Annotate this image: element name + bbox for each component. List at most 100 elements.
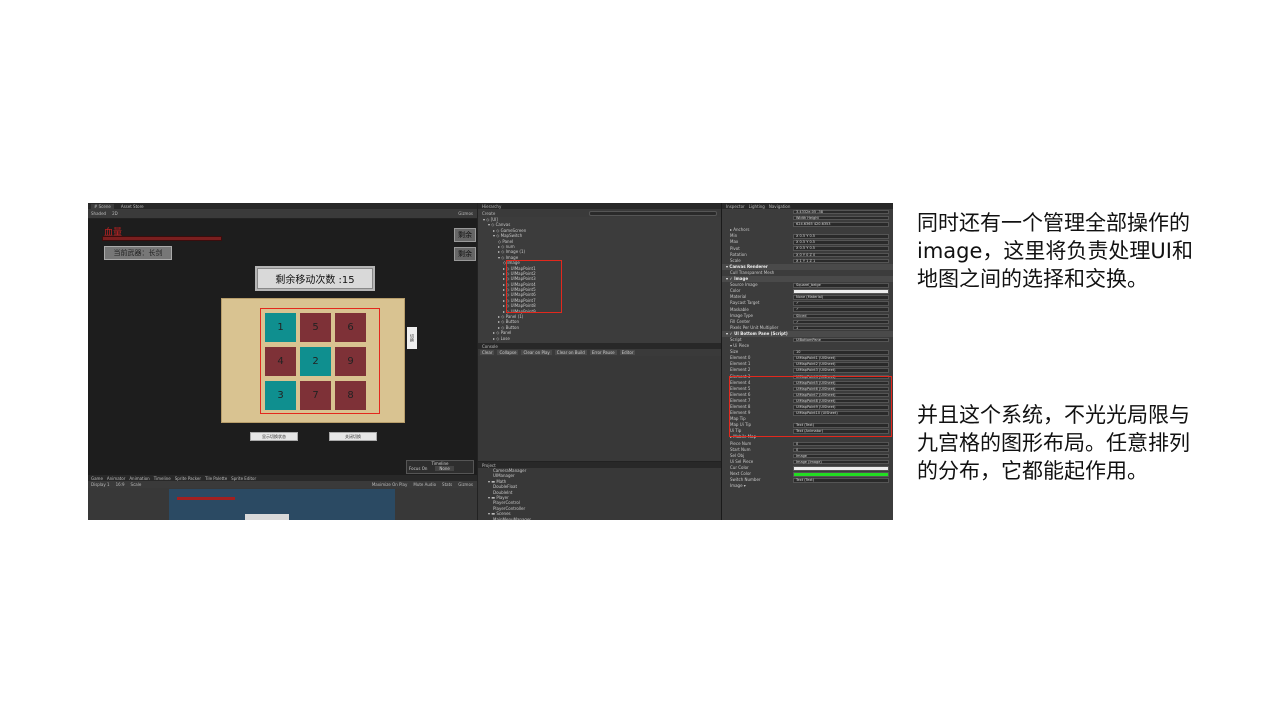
tab-sprite-editor[interactable]: Sprite Editor (231, 476, 256, 481)
display-dropdown[interactable]: Display 1 (91, 482, 110, 487)
tab-animation[interactable]: Animation (129, 476, 149, 481)
field-value[interactable]: UIBottomPane (793, 337, 889, 343)
inspector-field[interactable]: Start Num 0 (722, 447, 893, 453)
field-value[interactable]: 0 (793, 441, 889, 447)
game-options: Display 1 16:9 Scale Maximize On Play Mu… (88, 481, 477, 488)
puzzle-board: 1 5 6 4 2 9 3 7 8 切换 (221, 298, 417, 423)
grid-cell[interactable]: 6 (335, 313, 366, 342)
field-value[interactable]: X 0 Y 0 Z 0 (793, 252, 889, 257)
tab-game[interactable]: Game (91, 476, 103, 481)
field-value[interactable]: Image (793, 453, 889, 459)
tab-animator[interactable]: Animator (107, 476, 125, 481)
color-swatch[interactable] (793, 466, 889, 471)
maximize-on-play-toggle[interactable]: Maximize On Play (372, 482, 408, 487)
scale-slider[interactable]: Scale (131, 482, 142, 487)
hierarchy-search-input[interactable] (589, 210, 717, 216)
field-value[interactable]: 3.4332e-05 -38 (793, 209, 889, 215)
console-button[interactable]: Clear on Build (554, 350, 587, 355)
scene-toolbar: Shaded 2D Gizmos (88, 209, 477, 219)
grid-cell[interactable]: 9 (335, 347, 366, 376)
field-value[interactable]: X 0.5 Y 0.5 (793, 234, 889, 239)
field-value[interactable]: Sliced (793, 313, 889, 318)
cell-number: 3 (277, 390, 284, 401)
tab-navigation[interactable]: Navigation (769, 204, 791, 209)
field-value[interactable]: Width Height (793, 215, 889, 221)
hierarchy-item[interactable]: ▸ ◇ Lose (478, 336, 721, 341)
cell-number: 7 (312, 390, 319, 401)
field-value[interactable]: X 0.5 Y 0.5 (793, 246, 889, 251)
field-value[interactable]: Image (Image) (793, 459, 889, 465)
timeline-focus-dropdown[interactable]: None (435, 466, 454, 471)
field-value[interactable]: UIMapPoint2 (UISheet) (793, 362, 889, 367)
tab-lighting[interactable]: Lighting (749, 204, 765, 209)
grid-cell[interactable]: 5 (300, 313, 331, 342)
project-tree: CameraManager UIManager ▾ ▬ Math DoubleFloa… (478, 468, 721, 520)
console-button[interactable]: Clear on Play (521, 350, 552, 355)
field-value[interactable]: Squarel_beige (793, 283, 889, 288)
shading-mode-dropdown[interactable]: Shaded (91, 211, 106, 216)
game-gizmos-dropdown[interactable]: Gizmos (458, 482, 477, 487)
console-button[interactable]: Clear (480, 350, 495, 355)
remaining-moves-box: 剩余移动次数 :15 (255, 266, 375, 291)
right-edge-button-2[interactable]: 剩余 (454, 247, 476, 261)
console-button[interactable]: Error Pause (589, 350, 617, 355)
grid-cell[interactable]: 2 (300, 347, 331, 376)
stats-toggle[interactable]: Stats (442, 482, 452, 487)
tab-asset-store[interactable]: Asset Store (118, 204, 147, 209)
field-value[interactable]: 1 (793, 325, 889, 331)
field-value[interactable]: X 1 Y 1 Z 1 (793, 258, 889, 264)
project-item[interactable]: MainMenuManager (478, 517, 721, 520)
cell-number: 2 (312, 356, 319, 367)
mute-audio-toggle[interactable]: Mute Audio (413, 482, 436, 487)
timeline-overlay: Timeline Focus On None (406, 460, 474, 474)
switch-side-tag[interactable]: 切换 (407, 327, 417, 349)
inspector-fields: 3.4332e-05 -38 Width Height 624.6365 420.6… (722, 209, 893, 489)
project-panel: Project CameraManager UIManager ▾ ▬ Math Do… (477, 461, 721, 520)
color-swatch[interactable] (793, 472, 889, 477)
hierarchy-create-button[interactable]: Create (482, 211, 495, 216)
2d-toggle[interactable]: 2D (112, 211, 118, 216)
tab-sprite-packer[interactable]: Sprite Packer (175, 476, 201, 481)
tab-timeline[interactable]: Timeline (154, 476, 171, 481)
field-value[interactable]: ✓ (793, 307, 889, 312)
field-value[interactable]: 624.6365 420.6353 (793, 222, 889, 227)
field-label: Image ▾ (730, 483, 746, 489)
inspector-highlight-box (729, 376, 892, 437)
tab-inspector[interactable]: Inspector (726, 204, 745, 209)
field-value[interactable]: 0 (793, 447, 889, 453)
grid-cell[interactable]: 4 (265, 347, 296, 376)
scene-view: # Scene Asset Store Shaded 2D Gizmos 血量 … (88, 203, 477, 520)
field-value[interactable]: ✓ (793, 301, 889, 306)
grid-cell[interactable]: 3 (265, 381, 296, 410)
field-value[interactable]: UIMapPoint1 (UISheet) (793, 356, 889, 361)
inspector-field[interactable]: Switch Number Text (Text) (722, 477, 893, 483)
inspector-field[interactable]: Source Image Squarel_beige (722, 282, 893, 288)
console-toolbar: Clear Collapse Clear on Play Clear on Build… (478, 349, 721, 356)
console-button[interactable]: Collapse (497, 350, 519, 355)
hierarchy-title: Hierarchy (482, 203, 502, 209)
close-switch-button[interactable]: 关闭切换 (329, 432, 377, 441)
inspector-field[interactable]: Image ▾ (722, 483, 893, 489)
inspector-panel: Inspector Lighting Navigation 3.4332e-05… (721, 203, 893, 520)
show-switch-state-button[interactable]: 显示切换状态 (250, 432, 298, 441)
tab-tile-palette[interactable]: Tile Palette (205, 476, 227, 481)
field-value[interactable]: ✓ (793, 319, 889, 325)
color-swatch[interactable] (793, 289, 889, 294)
cell-number: 6 (347, 322, 354, 333)
field-value[interactable]: UIMapPoint3 (UISheet) (793, 368, 889, 373)
console-button[interactable]: Editor (619, 350, 636, 355)
field-value[interactable]: None (Material) (793, 295, 889, 300)
cell-number: 5 (312, 322, 319, 333)
field-value[interactable]: Text (Text) (793, 478, 889, 483)
field-value[interactable]: 10 (793, 350, 889, 355)
gizmos-dropdown[interactable]: Gizmos (458, 211, 473, 216)
hierarchy-search-row: Create (478, 209, 721, 217)
grid-cell[interactable]: 7 (300, 381, 331, 410)
field-value[interactable]: X 0.5 Y 0.5 (793, 240, 889, 245)
right-edge-button-1[interactable]: 剩余 (454, 228, 476, 242)
tab-scene[interactable]: # Scene (91, 203, 114, 209)
aspect-dropdown[interactable]: 16:9 (116, 482, 125, 487)
cell-number: 4 (277, 356, 284, 367)
grid-cell[interactable]: 1 (265, 313, 296, 342)
grid-cell[interactable]: 8 (335, 381, 366, 410)
